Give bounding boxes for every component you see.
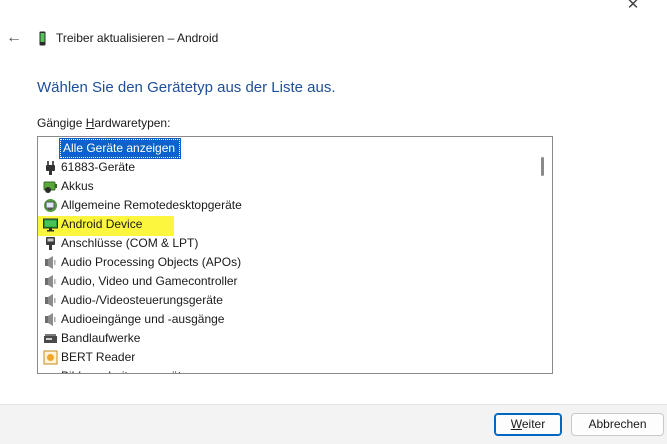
tape-drive-icon [43, 331, 58, 346]
port-icon [43, 236, 58, 251]
list-item[interactable]: BERT Reader [38, 348, 536, 367]
list-item-label: Akkus [61, 179, 94, 193]
list-item[interactable]: Audioeingänge und -ausgänge [38, 310, 536, 329]
vertical-scrollbar[interactable] [536, 137, 552, 373]
list-item[interactable]: Android Device [38, 215, 536, 236]
list-item-label: Android Device [61, 217, 143, 231]
back-arrow-icon[interactable]: ← [5, 29, 23, 47]
list-item[interactable]: Audio Processing Objects (APOs) [38, 253, 536, 272]
footer-bar [0, 404, 667, 444]
list-label: Gängige Hardwaretypen: [37, 116, 171, 130]
list-item-show-all[interactable]: Alle Geräte anzeigen [38, 138, 536, 159]
speaker-icon [43, 274, 58, 289]
battery-icon [43, 179, 58, 194]
list-item-label: Audioeingänge und -ausgänge [61, 312, 225, 326]
list-item[interactable]: Akkus [38, 177, 536, 196]
list-item-label: Bildverarbeitungsgeräte [61, 369, 188, 373]
list-item[interactable]: Bildverarbeitungsgeräte [38, 367, 536, 373]
scrollbar-thumb[interactable] [541, 157, 544, 176]
next-button[interactable]: Weiter [494, 413, 562, 436]
list-item-label: Bandlaufwerke [61, 331, 141, 345]
speaker-icon [43, 293, 58, 308]
list-item[interactable]: Audio-/Videosteuerungsgeräte [38, 291, 536, 310]
camera-icon [43, 369, 58, 373]
list-item-label: BERT Reader [61, 350, 136, 364]
list-item-label: Audio-/Videosteuerungsgeräte [61, 293, 223, 307]
plug-icon [43, 160, 58, 175]
list-item-label: 61883-Geräte [61, 160, 136, 174]
list-item-label: Alle Geräte anzeigen [58, 138, 182, 159]
remote-desktop-icon [43, 198, 58, 213]
close-icon[interactable]: ✕ [618, 0, 648, 13]
device-icon [39, 31, 46, 46]
speaker-icon [43, 255, 58, 270]
list-item[interactable]: Allgemeine Remotedesktopgeräte [38, 196, 536, 215]
page-heading: Wählen Sie den Gerätetyp aus der Liste a… [37, 79, 336, 96]
list-item-label: Allgemeine Remotedesktopgeräte [61, 198, 242, 212]
list-item[interactable]: 61883-Geräte [38, 158, 536, 177]
list-item[interactable]: Anschlüsse (COM & LPT) [38, 234, 536, 253]
list-item-label: Audio, Video und Gamecontroller [61, 274, 238, 288]
hardware-type-list[interactable]: Alle Geräte anzeigen 61883-Geräte Akkus Al… [37, 136, 553, 374]
cancel-button[interactable]: Abbrechen [571, 413, 664, 436]
list-item-label: Anschlüsse (COM & LPT) [61, 236, 199, 250]
list-item[interactable]: Bandlaufwerke [38, 329, 536, 348]
reader-icon [43, 350, 58, 365]
monitor-icon [43, 217, 58, 232]
list-item[interactable]: Audio, Video und Gamecontroller [38, 272, 536, 291]
window-title: Treiber aktualisieren – Android [56, 31, 219, 45]
list-item-label: Audio Processing Objects (APOs) [61, 255, 242, 269]
speaker-icon [43, 312, 58, 327]
